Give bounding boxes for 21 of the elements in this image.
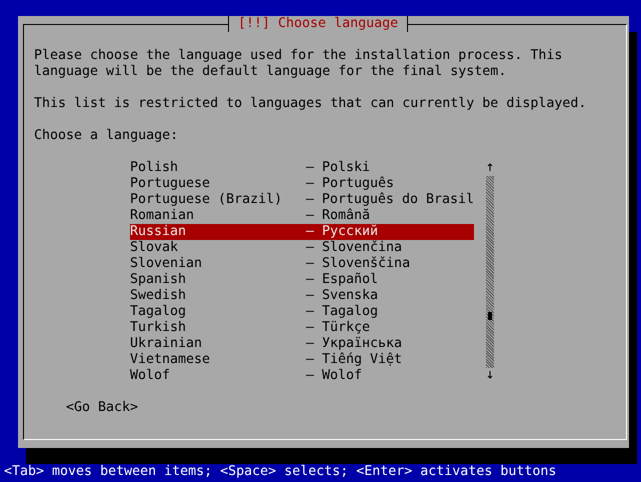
language-option[interactable]: Vietnamese – Tiếng Việt: [130, 352, 474, 368]
description-text: This list is restricted to languages that can currently be displayed.: [34, 96, 588, 112]
language-option[interactable]: Swedish – Svenska: [130, 288, 474, 304]
language-option[interactable]: Spanish – Español: [130, 272, 474, 288]
status-help-text: <Tab> moves between items; <Space> selects; <Enter> activates buttons: [3, 464, 558, 480]
prompt-label: Choose a language:: [34, 128, 180, 144]
language-option[interactable]: Russian – Русский: [130, 224, 474, 240]
language-option[interactable]: Polish – Polski: [130, 160, 474, 176]
language-option[interactable]: Romanian – Română: [130, 208, 474, 224]
language-option[interactable]: Turkish – Türkçe: [130, 320, 474, 336]
language-option[interactable]: Slovenian – Slovenščina: [130, 256, 474, 272]
language-option[interactable]: Slovak – Slovenčina: [130, 240, 474, 256]
go-back-button[interactable]: <Go Back>: [66, 400, 138, 416]
dialog-title: [!!] Choose language: [228, 16, 408, 32]
language-option[interactable]: Tagalog – Tagalog: [130, 304, 474, 320]
language-option[interactable]: Portuguese (Brazil) – Português do Brasil: [130, 192, 474, 208]
language-option[interactable]: Portuguese – Português: [130, 176, 474, 192]
language-option[interactable]: Ukrainian – Українська: [130, 336, 474, 352]
description-text: Please choose the language used for the installation process. This language will be the default language for the final system.: [34, 48, 564, 80]
language-option[interactable]: Wolof – Wolof: [130, 368, 474, 384]
scrollbar-thumb[interactable]: [488, 312, 492, 320]
